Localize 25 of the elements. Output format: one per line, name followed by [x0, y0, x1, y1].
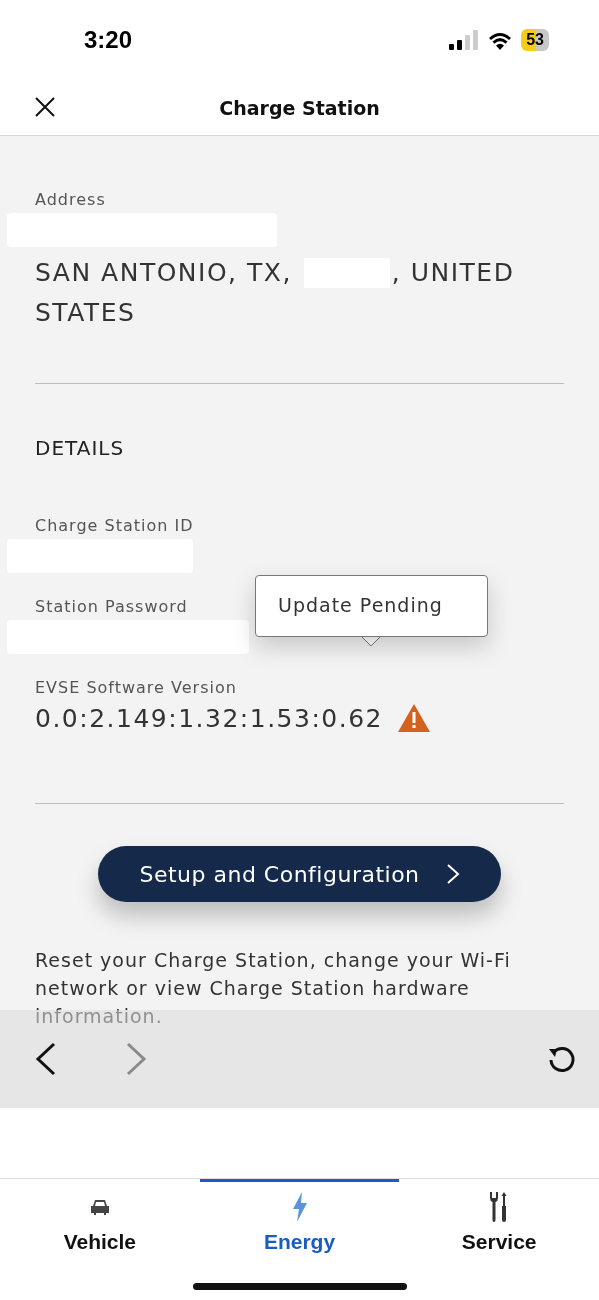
address-text: SAN ANTONIO, TX,: [35, 257, 292, 289]
tooltip-pointer: [361, 635, 382, 647]
back-icon[interactable]: [34, 1042, 58, 1076]
signal-icon: [449, 30, 480, 50]
tab[interactable]: Vehicle: [0, 1179, 200, 1300]
field-label: Charge Station ID: [35, 516, 194, 535]
setup-button[interactable]: Setup and Configuration: [98, 846, 501, 902]
address-label: Address: [35, 190, 106, 209]
warning-icon[interactable]: [397, 703, 431, 733]
address-text: , UNITED: [391, 257, 515, 289]
section-heading: DETAILS: [35, 436, 126, 460]
tab[interactable]: Service: [399, 1179, 599, 1300]
version-value: 0.0:2.149:1.32:1.53:0.62: [35, 703, 383, 733]
wifi-icon: [487, 30, 514, 50]
description-text: Reset your Charge Station, change your Wi-Fi network or view Charge Station hardware information.: [35, 948, 512, 1029]
status-time: 3:20: [84, 26, 133, 54]
lightning-bolt-icon: [291, 1192, 308, 1222]
reload-icon[interactable]: [547, 1044, 577, 1074]
field-label: EVSE Software Version: [35, 678, 237, 697]
page-title: Charge Station: [219, 96, 380, 119]
address-text: STATES: [35, 298, 136, 327]
update-tooltip: Update Pending: [255, 575, 488, 637]
field-label: Station Password: [35, 597, 188, 616]
chevron-icon: [445, 863, 460, 885]
close-icon[interactable]: [34, 96, 56, 118]
